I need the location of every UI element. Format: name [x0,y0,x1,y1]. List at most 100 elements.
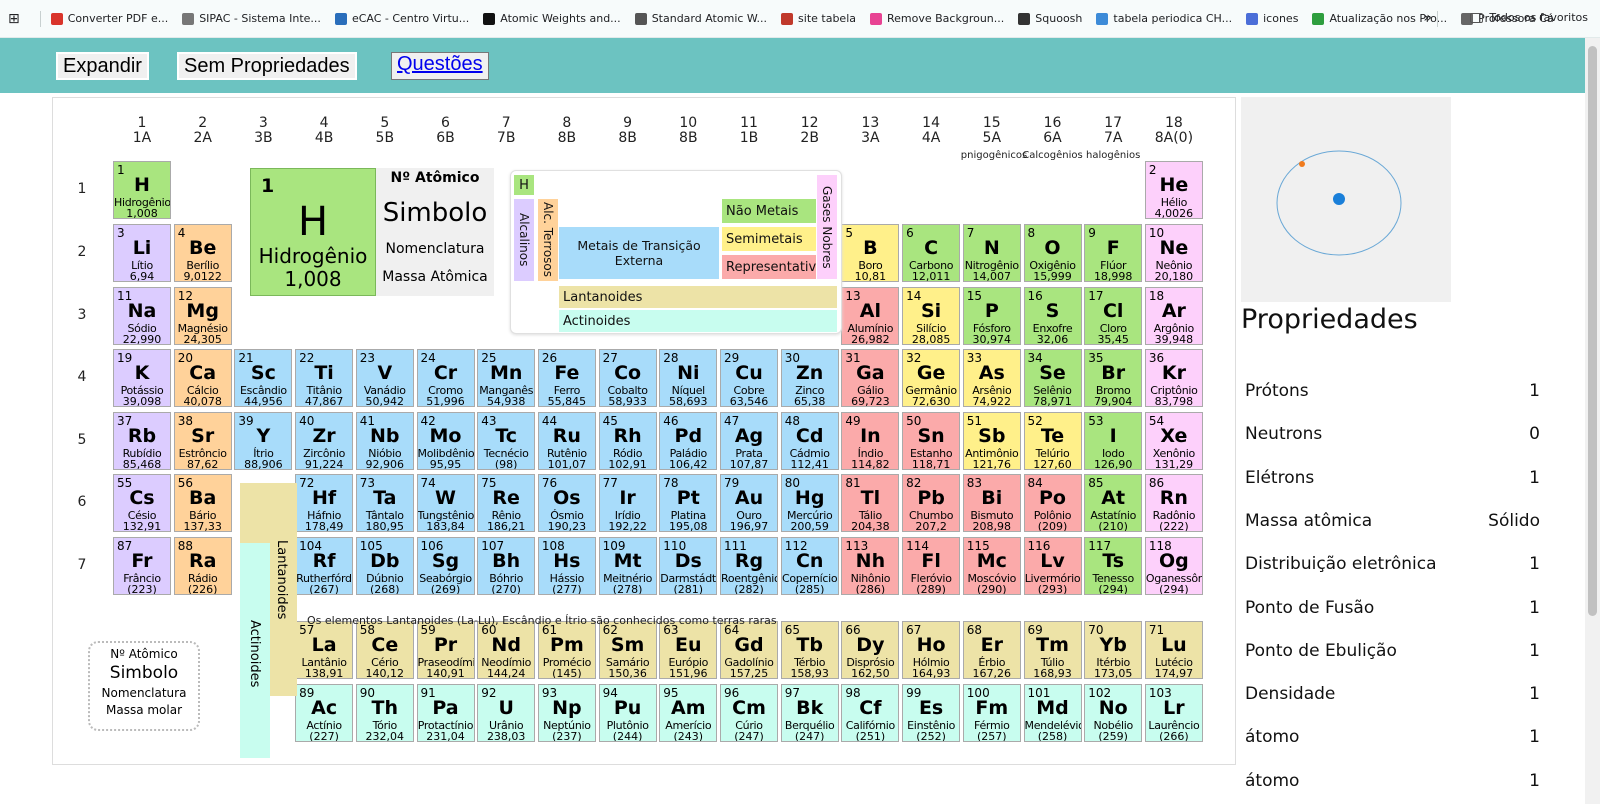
element-mt[interactable]: 109 Mt Meitnério (278) [598,537,657,595]
element-ta[interactable]: 73 Ta Tântalo 180,95 [355,474,414,532]
element-in[interactable]: 49 In Índio 114,82 [841,412,900,470]
bookmark-item[interactable]: Squoosh [1018,12,1082,25]
element-au[interactable]: 79 Au Ouro 196,97 [720,474,778,532]
element-al[interactable]: 13 Al Alumínio 26,982 [841,287,900,345]
element-np[interactable]: 93 Np Neptúnio (237) [537,684,596,742]
apps-grid-icon[interactable]: ⊞ [8,11,20,27]
element-pt[interactable]: 78 Pt Platina 195,08 [659,474,718,532]
element-ho[interactable]: 67 Ho Hólmio 164,93 [902,621,961,679]
element-no[interactable]: 102 No Nobélio (259) [1084,684,1143,742]
element-fl[interactable]: 114 Fl Fleróvio (289) [902,537,961,595]
element-ga[interactable]: 31 Ga Gálio 69,723 [841,349,900,407]
element-mc[interactable]: 115 Mc Moscóvio (290) [962,537,1021,595]
element-nh[interactable]: 113 Nh Nihônio (286) [841,537,900,595]
element-b[interactable]: 5 B Boro 10,81 [841,224,900,282]
element-pu[interactable]: 94 Pu Plutônio (244) [598,684,657,742]
element-bh[interactable]: 107 Bh Bóhrio (270) [477,537,536,595]
element-rg[interactable]: 111 Rg Roentgênio (282) [720,537,778,595]
element-db[interactable]: 105 Db Dúbnio (268) [355,537,414,595]
element-ir[interactable]: 77 Ir Irídio 192,22 [598,474,657,532]
element-h[interactable]: 1 H Hidrogênio 1,008 [113,161,171,219]
bookmark-item[interactable]: eCAC - Centro Virtu... [334,12,469,25]
element-hg[interactable]: 80 Hg Mercúrio 200,59 [780,474,839,532]
element-ca[interactable]: 20 Ca Cálcio 40,078 [173,349,232,407]
element-tb[interactable]: 65 Tb Térbio 158,93 [780,621,839,679]
legend-actinoids[interactable]: Actinoides [559,310,837,332]
element-es[interactable]: 99 Es Einstênio (252) [902,684,961,742]
element-er[interactable]: 68 Er Érbio 167,26 [962,621,1021,679]
bookmark-item[interactable]: icones [1246,12,1298,25]
element-tm[interactable]: 69 Tm Túlio 168,93 [1023,621,1082,679]
element-hf[interactable]: 72 Hf Háfnio 178,49 [295,474,354,532]
element-s[interactable]: 16 S Enxofre 32,06 [1023,287,1082,345]
element-ru[interactable]: 44 Ru Rutênio 101,07 [537,412,596,470]
element-am[interactable]: 95 Am Amerício (243) [659,684,718,742]
element-cl[interactable]: 17 Cl Cloro 35,45 [1084,287,1143,345]
element-na[interactable]: 11 Na Sódio 22,990 [113,287,171,345]
element-at[interactable]: 85 At Astatínio (210) [1084,474,1143,532]
element-nd[interactable]: 60 Nd Neodímio 144,24 [477,621,536,679]
element-xe[interactable]: 54 Xe Xenônio 131,29 [1144,412,1203,470]
no-properties-button[interactable]: Sem Propriedades [177,52,357,80]
element-eu[interactable]: 63 Eu Európio 151,96 [659,621,718,679]
element-ge[interactable]: 32 Ge Germânio 72,630 [902,349,961,407]
legend-representative[interactable]: Representativos [722,255,831,279]
element-bi[interactable]: 83 Bi Bismuto 208,98 [962,474,1021,532]
element-cu[interactable]: 29 Cu Cobre 63,546 [720,349,778,407]
element-rn[interactable]: 86 Rn Radônio (222) [1144,474,1203,532]
element-cr[interactable]: 24 Cr Cromo 51,996 [416,349,475,407]
legend-lanthanoids[interactable]: Lantanoides [559,286,837,308]
element-ba[interactable]: 56 Ba Bário 137,33 [173,474,232,532]
element-lv[interactable]: 116 Lv Livermório (293) [1023,537,1082,595]
element-f[interactable]: 9 F Flúor 18,998 [1084,224,1143,282]
legend-nonmetals[interactable]: Não Metais [722,199,816,223]
bookmarks-more-icon[interactable]: » [1423,10,1432,26]
element-rf[interactable]: 104RfRutherfórdio(267) [295,537,354,595]
element-ag[interactable]: 47 Ag Prata 107,87 [720,412,778,470]
page-scrollbar[interactable] [1585,38,1600,804]
element-sr[interactable]: 38 Sr Estrôncio 87,62 [173,412,232,470]
questions-link[interactable]: Questões [391,52,489,80]
element-bk[interactable]: 97 Bk Berquélio (247) [780,684,839,742]
element-kr[interactable]: 36 Kr Criptônio 83,798 [1144,349,1203,407]
element-re[interactable]: 75 Re Rênio 186,21 [477,474,536,532]
element-pd[interactable]: 46 Pd Paládio 106,42 [659,412,718,470]
element-ra[interactable]: 88 Ra Rádio (226) [173,537,232,595]
element-v[interactable]: 23 V Vanádio 50,942 [355,349,414,407]
element-ne[interactable]: 10 Ne Neônio 20,180 [1144,224,1203,282]
legend-alkaline-earth[interactable]: Alc. Terrosos [538,199,558,281]
element-mg[interactable]: 12 Mg Magnésio 24,305 [173,287,232,345]
bookmark-item[interactable]: Standard Atomic W... [634,12,767,25]
element-pa[interactable]: 91 Pa Protactínio 231,04 [416,684,475,742]
element-nb[interactable]: 41 Nb Nióbio 92,906 [355,412,414,470]
element-sg[interactable]: 106 Sg Seabórgio (269) [416,537,475,595]
element-li[interactable]: 3 Li Lítio 6,94 [113,224,171,282]
element-si[interactable]: 14 Si Silício 28,085 [902,287,961,345]
element-md[interactable]: 101 Md Mendelévio (258) [1023,684,1082,742]
element-ts[interactable]: 117 Ts Tenesso (294) [1084,537,1143,595]
element-lu[interactable]: 71 Lu Lutécio 174,97 [1144,621,1203,679]
bookmark-item[interactable]: site tabela [781,12,856,25]
element-yb[interactable]: 70 Yb Itérbio 173,05 [1084,621,1143,679]
element-as[interactable]: 33 As Arsênio 74,922 [962,349,1021,407]
element-p[interactable]: 15 P Fósforo 30,974 [962,287,1021,345]
element-os[interactable]: 76 Os Ósmio 190,23 [537,474,596,532]
element-tc[interactable]: 43 Tc Tecnécio (98) [477,412,536,470]
element-pr[interactable]: 59PrPraseodímio140,91 [416,621,475,679]
element-y[interactable]: 39 Y Ítrio 88,906 [234,412,293,470]
element-ds[interactable]: 110DsDarmstádtio(281) [659,537,718,595]
bookmark-item[interactable]: Atomic Weights and... [483,12,621,25]
element-rh[interactable]: 45 Rh Ródio 102,91 [598,412,657,470]
element-og[interactable]: 118OgOganessônio(294) [1144,537,1203,595]
element-n[interactable]: 7 N Nitrogênio 14,007 [962,224,1021,282]
element-mn[interactable]: 25 Mn Manganês 54,938 [477,349,536,407]
element-c[interactable]: 6 C Carbono 12,011 [902,224,961,282]
element-pb[interactable]: 82 Pb Chumbo 207,2 [902,474,961,532]
element-fm[interactable]: 100 Fm Férmio (257) [962,684,1021,742]
element-hs[interactable]: 108 Hs Hássio (277) [537,537,596,595]
element-cm[interactable]: 96 Cm Cúrio (247) [720,684,778,742]
element-la[interactable]: 57 La Lantânio 138,91 [295,621,354,679]
legend-semimetals[interactable]: Semimetais [722,227,816,251]
element-tl[interactable]: 81 Tl Tálio 204,38 [841,474,900,532]
element-be[interactable]: 4 Be Berílio 9,0122 [173,224,232,282]
